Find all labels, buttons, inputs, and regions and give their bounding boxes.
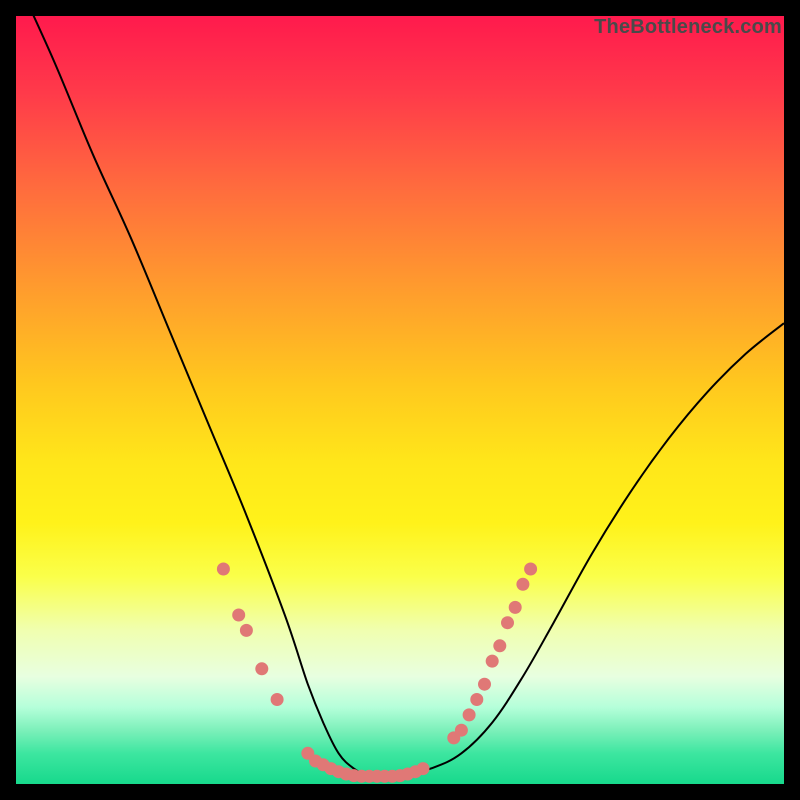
chart-frame: TheBottleneck.com [16,16,784,784]
watermark-text: TheBottleneck.com [594,16,782,39]
gradient-background [16,16,784,784]
